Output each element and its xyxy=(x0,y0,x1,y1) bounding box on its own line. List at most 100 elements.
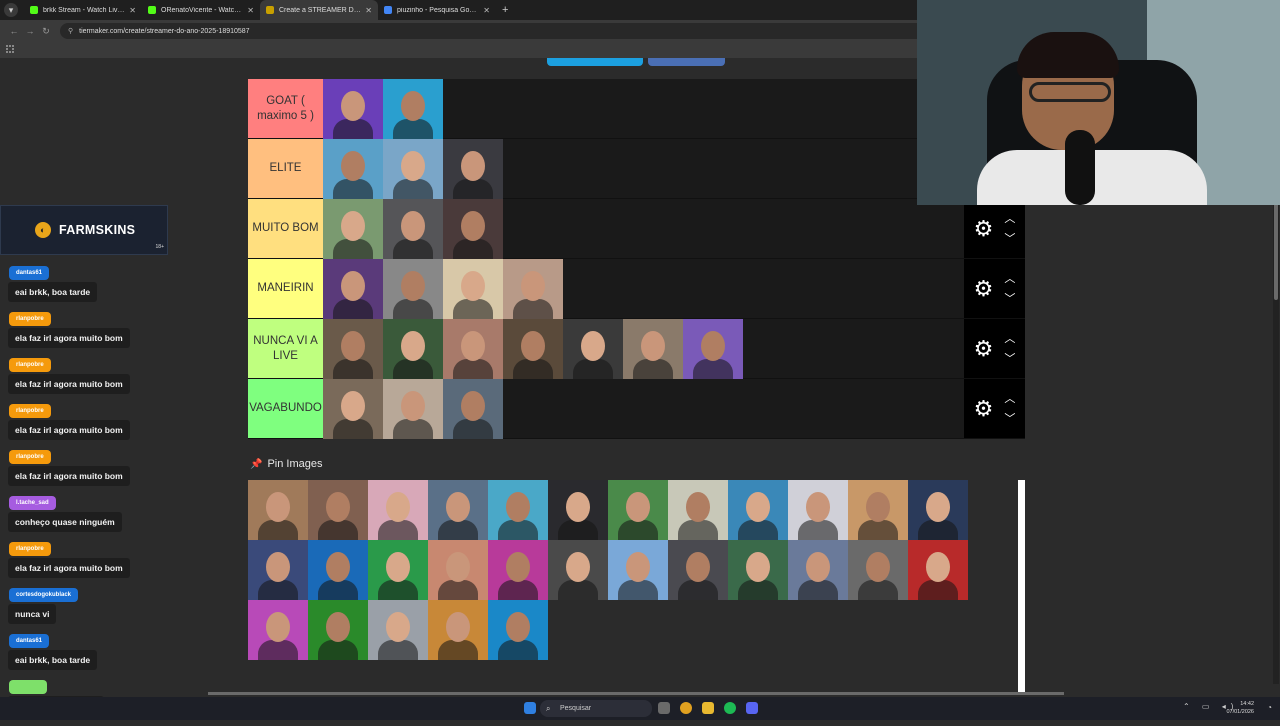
file-explorer-icon[interactable] xyxy=(702,702,714,714)
tier-image[interactable] xyxy=(428,480,488,540)
tier-image[interactable] xyxy=(848,540,908,600)
tier-drop-zone[interactable] xyxy=(323,319,964,379)
spotify-icon[interactable] xyxy=(724,702,736,714)
tier-image[interactable] xyxy=(488,540,548,600)
tier-image[interactable] xyxy=(503,259,563,319)
discord-icon[interactable] xyxy=(746,702,758,714)
tier-image[interactable] xyxy=(368,600,428,660)
start-icon[interactable] xyxy=(524,702,536,714)
move-up-icon[interactable]: ︿ xyxy=(1004,209,1015,229)
tier-drop-zone[interactable] xyxy=(323,139,964,199)
move-up-icon[interactable]: ︿ xyxy=(1004,329,1015,349)
browser-tab[interactable]: ORenatoVicente - Watch the V ✕ xyxy=(142,0,260,20)
move-down-icon[interactable]: ﹀ xyxy=(1004,229,1015,249)
gear-icon[interactable]: ⚙ xyxy=(974,337,994,360)
tier-image[interactable] xyxy=(248,540,308,600)
apps-grid-icon[interactable] xyxy=(6,45,14,53)
taskbar-clock[interactable]: 14:42 07/01/2026 xyxy=(1226,700,1254,716)
gear-icon[interactable]: ⚙ xyxy=(974,277,994,300)
gear-icon[interactable]: ⚙ xyxy=(974,397,994,420)
tier-image[interactable] xyxy=(488,600,548,660)
notification-bell-icon[interactable]: ◔ xyxy=(1267,703,1272,712)
browser-tab[interactable]: brkk Stream - Watch Live on Ki ✕ xyxy=(24,0,142,20)
pool-scrollbar[interactable] xyxy=(1018,480,1025,692)
tier-image[interactable] xyxy=(683,319,743,379)
tier-image[interactable] xyxy=(323,79,383,139)
tier-image[interactable] xyxy=(443,259,503,319)
tier-image[interactable] xyxy=(308,480,368,540)
tier-image[interactable] xyxy=(428,540,488,600)
tier-label[interactable]: MANEIRIN xyxy=(248,259,323,318)
tier-image[interactable] xyxy=(368,540,428,600)
tier-image[interactable] xyxy=(443,139,503,199)
move-up-icon[interactable]: ︿ xyxy=(1004,389,1015,409)
tier-image[interactable] xyxy=(608,480,668,540)
tier-image[interactable] xyxy=(788,480,848,540)
tier-image[interactable] xyxy=(323,319,383,379)
tier-drop-zone[interactable] xyxy=(323,259,964,319)
tier-image[interactable] xyxy=(308,600,368,660)
site-info-icon[interactable]: ⚲ xyxy=(68,27,73,35)
task-view-icon[interactable] xyxy=(658,702,670,714)
taskbar-search[interactable]: ⌕ Pesquisar xyxy=(540,700,652,717)
tier-image[interactable] xyxy=(323,259,383,319)
tier-image[interactable] xyxy=(503,319,563,379)
tier-image[interactable] xyxy=(323,139,383,199)
tier-image[interactable] xyxy=(383,259,443,319)
tier-image[interactable] xyxy=(308,540,368,600)
move-down-icon[interactable]: ﹀ xyxy=(1004,289,1015,309)
tier-image[interactable] xyxy=(383,79,443,139)
tier-image[interactable] xyxy=(728,480,788,540)
tier-image[interactable] xyxy=(668,480,728,540)
move-up-icon[interactable]: ︿ xyxy=(1004,269,1015,289)
tier-image[interactable] xyxy=(908,540,968,600)
browser-tab[interactable]: Create a STREAMER DO ANO (✕ xyxy=(260,0,378,20)
gear-icon[interactable]: ⚙ xyxy=(974,217,994,240)
move-down-icon[interactable]: ﹀ xyxy=(1004,349,1015,369)
horizontal-scrollbar[interactable] xyxy=(208,692,1064,695)
close-tab-icon[interactable]: ✕ xyxy=(483,6,490,15)
new-tab-button[interactable]: + xyxy=(502,4,508,16)
tier-image[interactable] xyxy=(908,480,968,540)
tier-image[interactable] xyxy=(728,540,788,600)
save-download-button[interactable] xyxy=(547,58,643,66)
tier-image[interactable] xyxy=(323,379,383,439)
back-icon[interactable]: ← xyxy=(6,26,22,36)
tier-label[interactable]: VAGABUNDO xyxy=(248,379,323,438)
close-tab-icon[interactable]: ✕ xyxy=(247,6,254,15)
tier-image[interactable] xyxy=(383,199,443,259)
tier-label[interactable]: MUITO BOM xyxy=(248,199,323,258)
tier-image[interactable] xyxy=(788,540,848,600)
tier-label[interactable]: GOAT ( maximo 5 ) xyxy=(248,79,323,138)
tier-image[interactable] xyxy=(248,600,308,660)
tier-image[interactable] xyxy=(443,199,503,259)
tier-drop-zone[interactable] xyxy=(323,79,964,139)
tier-image[interactable] xyxy=(368,480,428,540)
forward-icon[interactable]: → xyxy=(22,26,38,36)
reset-button[interactable] xyxy=(648,58,725,66)
tier-image[interactable] xyxy=(383,379,443,439)
tier-label[interactable]: NUNCA VI A LIVE xyxy=(248,319,323,378)
close-tab-icon[interactable]: ✕ xyxy=(365,6,372,15)
tier-image[interactable] xyxy=(548,540,608,600)
tier-image[interactable] xyxy=(563,319,623,379)
tier-image[interactable] xyxy=(323,199,383,259)
page-scrollbar[interactable] xyxy=(1273,150,1279,684)
reload-icon[interactable]: ↻ xyxy=(38,26,54,37)
url-bar[interactable]: ⚲ tiermaker.com/create/streamer-do-ano-2… xyxy=(60,23,960,39)
tab-search-icon[interactable]: ▾ xyxy=(4,3,18,17)
tier-label[interactable]: ELITE xyxy=(248,139,323,198)
browser-tab[interactable]: piuzinho - Pesquisa Google ✕ xyxy=(378,0,496,20)
tier-image[interactable] xyxy=(623,319,683,379)
tier-image[interactable] xyxy=(488,480,548,540)
tier-drop-zone[interactable] xyxy=(323,199,964,259)
tier-image[interactable] xyxy=(608,540,668,600)
tier-drop-zone[interactable] xyxy=(323,379,964,439)
move-down-icon[interactable]: ﹀ xyxy=(1004,409,1015,429)
chrome-icon[interactable] xyxy=(680,702,692,714)
tier-image[interactable] xyxy=(383,319,443,379)
tier-image[interactable] xyxy=(548,480,608,540)
tier-image[interactable] xyxy=(248,480,308,540)
tier-image[interactable] xyxy=(428,600,488,660)
tier-image[interactable] xyxy=(443,379,503,439)
